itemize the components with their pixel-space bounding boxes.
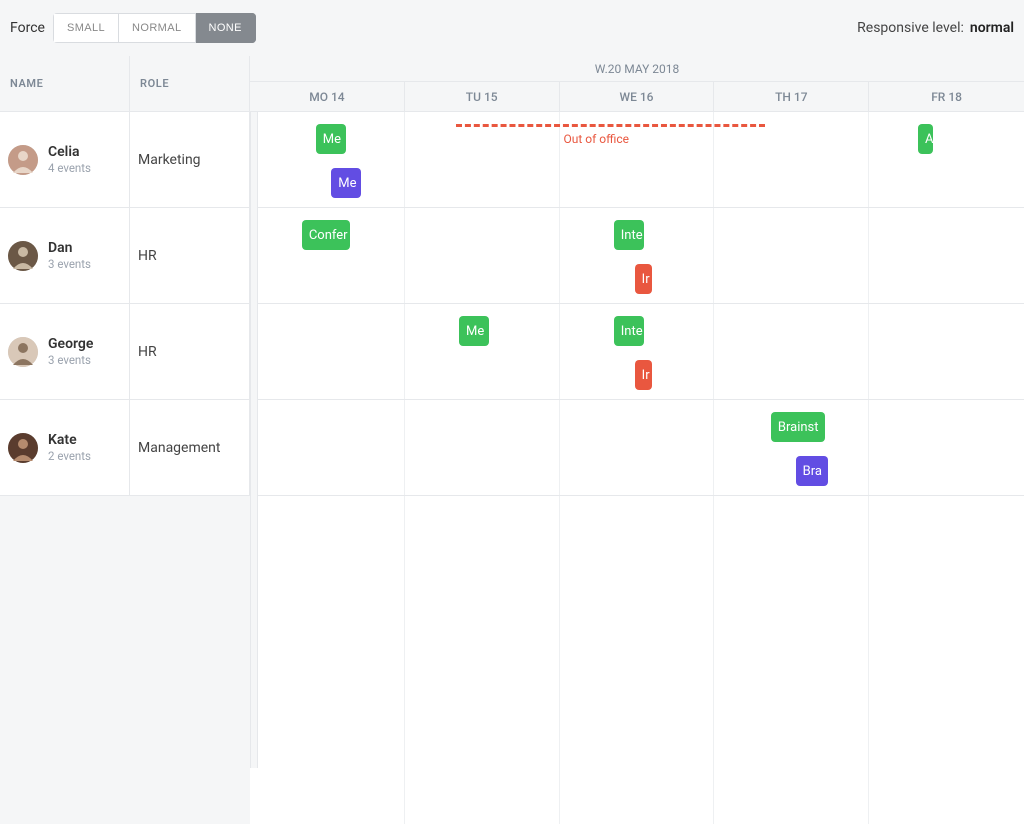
- person-cell[interactable]: Celia 4 events: [0, 112, 130, 208]
- event[interactable]: Inte: [614, 316, 644, 346]
- avatar: [8, 433, 38, 463]
- event[interactable]: Me: [331, 168, 361, 198]
- role-cell: HR: [130, 208, 250, 304]
- avatar: [8, 145, 38, 175]
- person-cell[interactable]: Dan 3 events: [0, 208, 130, 304]
- role-cell: Marketing: [130, 112, 250, 208]
- avatar: [8, 241, 38, 271]
- force-label: Force: [10, 20, 45, 36]
- event[interactable]: Ir: [635, 264, 652, 294]
- person-name: Kate: [48, 432, 91, 449]
- sidebar-filler: [130, 496, 250, 824]
- calendar-header: W.20 MAY 2018 MO 14 TU 15 WE 16 TH 17 FR…: [250, 56, 1024, 112]
- person-name: Dan: [48, 240, 91, 257]
- name-column-header: NAME: [0, 56, 130, 112]
- role-cell: Management: [130, 400, 250, 496]
- event[interactable]: Me: [459, 316, 489, 346]
- person-events: 2 events: [48, 449, 91, 463]
- day-header-fr: FR 18: [869, 82, 1024, 111]
- timeline-filler: [250, 496, 1024, 824]
- event[interactable]: Brainst: [771, 412, 825, 442]
- avatar: [8, 337, 38, 367]
- event[interactable]: Bra: [796, 456, 828, 486]
- role-cell: HR: [130, 304, 250, 400]
- force-none-button[interactable]: NONE: [196, 13, 256, 43]
- splitter-handle[interactable]: [250, 112, 258, 768]
- person-cell[interactable]: Kate 2 events: [0, 400, 130, 496]
- week-title: W.20 MAY 2018: [250, 56, 1024, 82]
- event[interactable]: Me: [316, 124, 346, 154]
- force-normal-button[interactable]: NORMAL: [119, 13, 195, 43]
- force-small-button[interactable]: SMALL: [53, 13, 119, 43]
- event[interactable]: A: [918, 124, 933, 154]
- responsive-label: Responsive level:: [857, 20, 964, 36]
- timeline-row: Me Inte Ir: [250, 304, 1024, 400]
- person-events: 4 events: [48, 161, 91, 175]
- event[interactable]: Ir: [635, 360, 652, 390]
- person-events: 3 events: [48, 257, 91, 271]
- responsive-value: normal: [970, 20, 1014, 36]
- out-of-office-label: Out of office: [563, 132, 629, 146]
- day-header-tu: TU 15: [405, 82, 560, 111]
- person-name: Celia: [48, 144, 91, 161]
- role-column-header: ROLE: [130, 56, 250, 112]
- timeline-row: Me Me A Out of office: [250, 112, 1024, 208]
- timeline-row: Brainst Bra: [250, 400, 1024, 496]
- out-of-office-line: [456, 124, 766, 127]
- day-header-mo: MO 14: [250, 82, 405, 111]
- person-cell[interactable]: George 3 events: [0, 304, 130, 400]
- day-header-we: WE 16: [560, 82, 715, 111]
- timeline-row: Confer Inte Ir: [250, 208, 1024, 304]
- toolbar: Force SMALL NORMAL NONE Responsive level…: [0, 0, 1024, 56]
- person-events: 3 events: [48, 353, 93, 367]
- event[interactable]: Inte: [614, 220, 644, 250]
- sidebar-filler: [0, 496, 130, 824]
- person-name: George: [48, 336, 93, 353]
- event[interactable]: Confer: [302, 220, 350, 250]
- force-button-group: SMALL NORMAL NONE: [53, 13, 256, 43]
- day-header-th: TH 17: [714, 82, 869, 111]
